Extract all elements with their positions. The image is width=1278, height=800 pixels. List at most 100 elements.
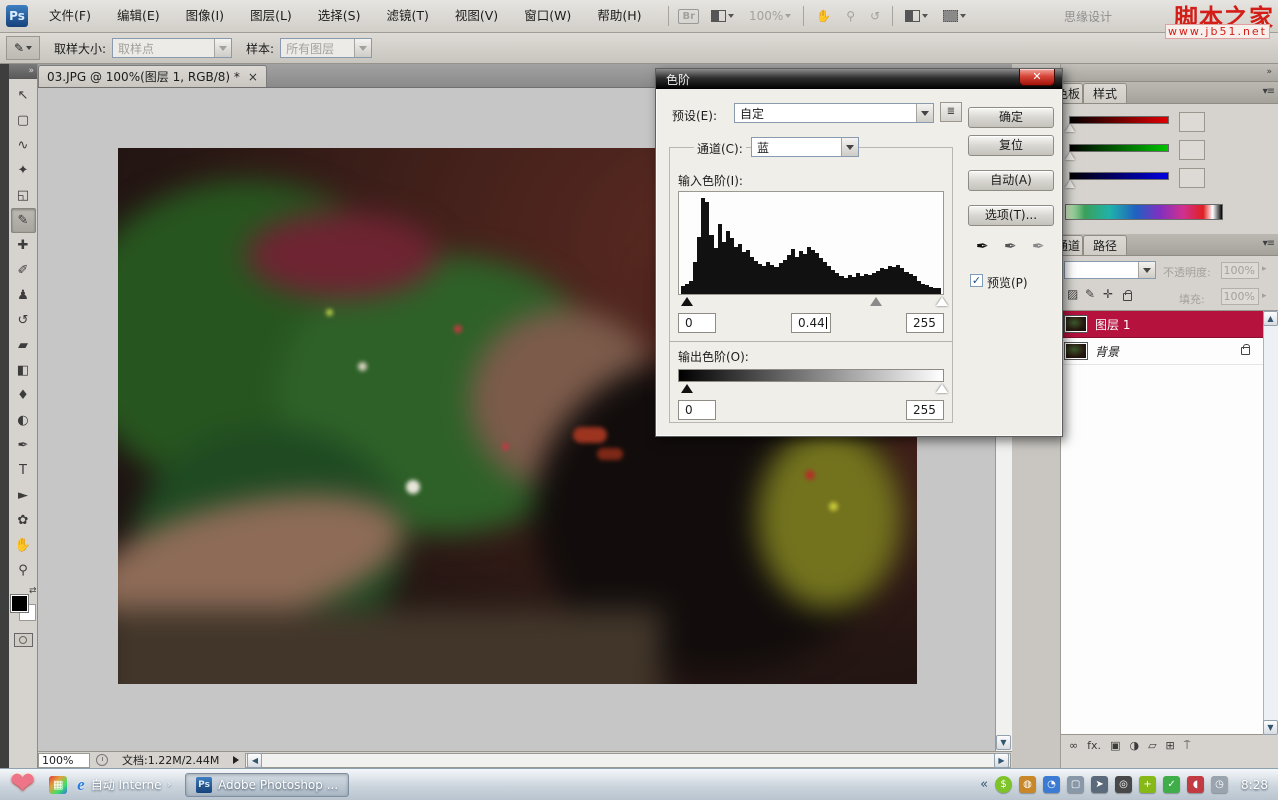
output-black-field[interactable]: 0 [678, 400, 716, 420]
tab-channels[interactable]: 通道 [1061, 235, 1083, 255]
red-value-field[interactable] [1179, 112, 1205, 132]
auto-button[interactable]: 自动(A) [968, 170, 1054, 191]
menu-image[interactable]: 图像(I) [173, 0, 237, 32]
white-point-eyedropper-icon[interactable]: ✒ [1032, 237, 1045, 255]
layer-mask-icon[interactable]: ▣ [1110, 739, 1120, 752]
camera360-icon[interactable]: ◖ [1187, 776, 1204, 793]
gray-point-eyedropper-icon[interactable]: ✒ [1004, 237, 1017, 255]
menu-filter[interactable]: 滤镜(T) [373, 0, 441, 32]
swap-colors-icon[interactable]: ⇄ [29, 586, 37, 596]
media-icon[interactable]: ◎ [1115, 776, 1132, 793]
tray-green-icon[interactable]: $ [995, 776, 1012, 793]
new-layer-icon[interactable]: ⊞ [1166, 739, 1175, 752]
fill-field[interactable]: 100% [1221, 288, 1259, 305]
tool-hand[interactable]: ✋ [11, 533, 36, 558]
lock-move-icon[interactable]: ✛ [1103, 287, 1113, 301]
opacity-spinner-icon[interactable]: ▸ [1262, 264, 1272, 274]
quick-mask-button[interactable] [14, 633, 33, 647]
tool-shape[interactable]: ✿ [11, 508, 36, 533]
document-tab[interactable]: 03.JPG @ 100%(图层 1, RGB/8) * × [38, 65, 267, 87]
tool-marquee[interactable]: ▢ [11, 108, 36, 133]
panel-menu-icon[interactable]: ▾≡ [1263, 238, 1274, 249]
blend-mode-dropdown[interactable] [1064, 261, 1156, 279]
zoom-level-dropdown[interactable]: 100% [746, 7, 794, 25]
delete-layer-icon[interactable]: ⍑ [1184, 739, 1191, 753]
output-white-slider[interactable] [936, 384, 948, 393]
menu-select[interactable]: 选择(S) [305, 0, 374, 32]
tool-pen[interactable]: ✒ [11, 433, 36, 458]
tool-preset-picker[interactable]: ✎ [6, 36, 40, 60]
input-white-field[interactable]: 255 [906, 313, 944, 333]
channel-dropdown[interactable]: 蓝 [751, 137, 859, 157]
zoom-tool-icon[interactable]: ⚲ [843, 7, 858, 25]
collapse-panels-icon[interactable]: » [1061, 64, 1278, 82]
scroll-down-icon[interactable]: ▼ [1263, 720, 1278, 735]
hand-tool-icon[interactable]: ✋ [813, 7, 834, 25]
preview-checkbox[interactable]: ✓ [970, 274, 983, 287]
panel-menu-icon[interactable]: ▾≡ [1263, 86, 1274, 97]
horizontal-scrollbar[interactable]: ◀ ▶ [245, 753, 1011, 768]
tool-move[interactable]: ↖ [11, 83, 36, 108]
black-point-eyedropper-icon[interactable]: ✒ [976, 237, 989, 255]
tool-history-brush[interactable]: ↺ [11, 308, 36, 333]
tool-dodge[interactable]: ◐ [11, 408, 36, 433]
tool-blur[interactable]: ♦ [11, 383, 36, 408]
tab-swatches[interactable]: 色板 [1061, 83, 1083, 103]
input-midtone-slider[interactable] [870, 297, 882, 306]
sample-size-dropdown[interactable]: 取样点 [112, 38, 232, 58]
status-menu-arrow-icon[interactable] [233, 756, 239, 764]
shield-icon[interactable]: ✓ [1163, 776, 1180, 793]
menu-help[interactable]: 帮助(H) [584, 0, 654, 32]
opacity-field[interactable]: 100% [1221, 262, 1259, 279]
safety-plus-icon[interactable]: + [1139, 776, 1156, 793]
close-tab-icon[interactable]: × [248, 70, 258, 84]
bridge-icon[interactable]: Br [678, 9, 699, 24]
layer-row[interactable]: 图层 1 [1061, 311, 1264, 338]
layer-style-fx-icon[interactable]: fx. [1087, 739, 1101, 752]
blue-value-field[interactable] [1179, 168, 1205, 188]
menu-file[interactable]: 文件(F) [36, 0, 104, 32]
ok-button[interactable]: 确定 [968, 107, 1054, 128]
preset-options-icon[interactable]: ≣ [940, 102, 962, 122]
display-icon[interactable]: ▢ [1067, 776, 1084, 793]
menu-view[interactable]: 视图(V) [442, 0, 511, 32]
input-black-field[interactable]: 0 [678, 313, 716, 333]
scroll-up-icon[interactable]: ▲ [1263, 311, 1278, 326]
tool-crop[interactable]: ◱ [11, 183, 36, 208]
color-spectrum-ramp[interactable] [1065, 204, 1223, 220]
ie-task-button[interactable]: e 自动 Interne › [77, 775, 171, 795]
green-ramp[interactable] [1069, 144, 1169, 152]
tray-collapse-icon[interactable]: « [980, 777, 988, 792]
screen-mode-icon[interactable] [940, 8, 969, 24]
menu-layer[interactable]: 图层(L) [237, 0, 305, 32]
tool-brush[interactable]: ✐ [11, 258, 36, 283]
input-black-slider[interactable] [681, 297, 693, 306]
lock-transparency-icon[interactable]: ▨ [1067, 287, 1078, 301]
reset-button[interactable]: 复位 [968, 135, 1054, 156]
tray-clock-icon[interactable]: ◷ [1211, 776, 1228, 793]
sample-dropdown[interactable]: 所有图层 [280, 38, 372, 58]
input-gamma-field[interactable]: 0.44 [791, 313, 831, 333]
close-dialog-button[interactable]: ✕ [1019, 69, 1055, 86]
tool-eyedropper[interactable]: ✎ [11, 208, 36, 233]
menu-edit[interactable]: 编辑(E) [104, 0, 173, 32]
output-white-field[interactable]: 255 [906, 400, 944, 420]
blue-ramp[interactable] [1069, 172, 1169, 180]
toolbox-collapse-icon[interactable]: » [9, 64, 37, 79]
tool-clone-stamp[interactable]: ♟ [11, 283, 36, 308]
tool-lasso[interactable]: ∿ [11, 133, 36, 158]
rotate-view-icon[interactable]: ↺ [867, 7, 883, 25]
green-value-field[interactable] [1179, 140, 1205, 160]
tool-magic-wand[interactable]: ✦ [11, 158, 36, 183]
menu-window[interactable]: 窗口(W) [511, 0, 584, 32]
quick-launch-icon[interactable]: ▦ [49, 776, 67, 794]
tool-eraser[interactable]: ▰ [11, 333, 36, 358]
foreground-color-swatch[interactable] [11, 595, 28, 612]
start-button[interactable]: ❤ [10, 771, 35, 797]
adjustment-layer-icon[interactable]: ◑ [1129, 739, 1139, 752]
red-slider-handle[interactable] [1065, 124, 1075, 132]
fill-spinner-icon[interactable]: ▸ [1262, 291, 1272, 301]
photoshop-task-button[interactable]: Ps Adobe Photoshop ... [185, 773, 349, 797]
dialog-title-bar[interactable]: 色阶 ✕ [656, 69, 1062, 89]
red-ramp[interactable] [1069, 116, 1169, 124]
